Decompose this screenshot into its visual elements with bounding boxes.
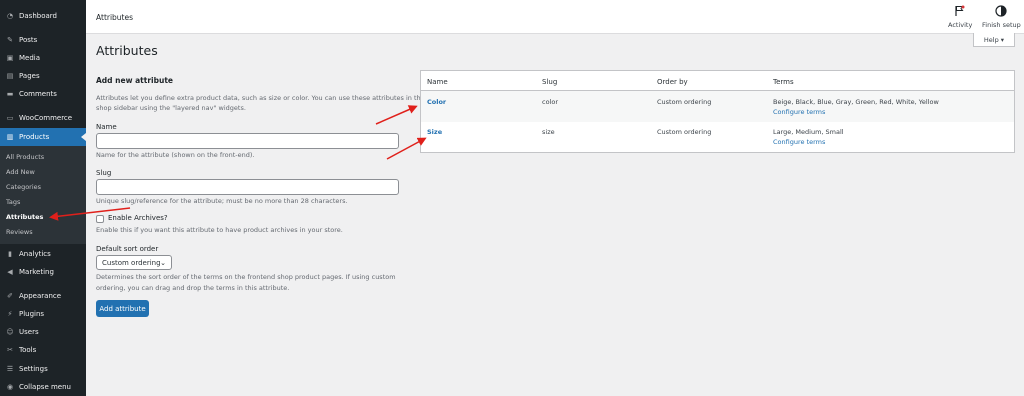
help-tab[interactable]: Help ▾ bbox=[973, 33, 1015, 47]
sidebar-item-label: Plugins bbox=[19, 310, 45, 318]
slug-help: Unique slug/reference for the attribute;… bbox=[96, 197, 348, 205]
dashboard-icon: ◔ bbox=[6, 12, 14, 20]
column-header-slug: Slug bbox=[542, 78, 558, 86]
sidebar-item-label: Users bbox=[19, 328, 39, 336]
page-title: Attributes bbox=[96, 43, 158, 58]
sidebar-item-label: Media bbox=[19, 54, 41, 62]
form-heading: Add new attribute bbox=[96, 76, 173, 85]
admin-sidebar: ◔ Dashboard ✎ Posts ▣ Media ▤ Pages ▬ Comments ▭ Wo… bbox=[0, 0, 86, 396]
column-header-terms: Terms bbox=[773, 78, 794, 86]
collapse-icon: ◉ bbox=[6, 383, 14, 391]
sidebar-item-label: Appearance bbox=[19, 292, 62, 300]
submenu-item-attributes[interactable]: Attributes bbox=[6, 213, 43, 221]
sidebar-item-label: Tools bbox=[19, 346, 37, 354]
name-input[interactable] bbox=[96, 133, 399, 149]
attribute-slug: size bbox=[542, 128, 555, 136]
submenu-item-reviews[interactable]: Reviews bbox=[6, 228, 33, 236]
sort-order-select[interactable]: Custom ordering ⌄ bbox=[96, 255, 172, 270]
activity-button[interactable]: Activity bbox=[948, 4, 972, 29]
sidebar-item-marketing[interactable]: ◀ Marketing bbox=[0, 263, 86, 281]
sort-order-label: Default sort order bbox=[96, 245, 159, 253]
attribute-terms: Large, Medium, Small bbox=[773, 128, 844, 136]
users-icon: ☺ bbox=[6, 328, 14, 336]
form-intro-line-2: shop sidebar using the "layered nav" wid… bbox=[96, 104, 246, 112]
submenu-item-tags[interactable]: Tags bbox=[6, 198, 20, 206]
pin-icon: ✎ bbox=[7, 36, 13, 44]
marketing-icon: ◀ bbox=[7, 268, 13, 276]
top-bar: Attributes Activity Finish setup bbox=[86, 0, 1024, 34]
finish-setup-label: Finish setup bbox=[982, 21, 1021, 29]
table-row: Size size Custom ordering Large, Medium,… bbox=[421, 122, 1014, 153]
attribute-name-link[interactable]: Color bbox=[427, 98, 446, 106]
sidebar-item-woocommerce[interactable]: ▭ WooCommerce bbox=[0, 109, 86, 127]
sidebar-item-label: Posts bbox=[19, 36, 38, 44]
appearance-icon: ✐ bbox=[7, 292, 13, 300]
sidebar-item-pages[interactable]: ▤ Pages bbox=[0, 67, 86, 85]
attribute-name-link[interactable]: Size bbox=[427, 128, 442, 136]
sidebar-item-label: Settings bbox=[19, 365, 48, 373]
sidebar-item-analytics[interactable]: ▮ Analytics bbox=[0, 245, 86, 263]
enable-archives-checkbox[interactable] bbox=[96, 215, 104, 223]
flag-icon bbox=[953, 4, 967, 18]
slug-input[interactable] bbox=[96, 179, 399, 195]
sidebar-item-label: Collapse menu bbox=[19, 383, 71, 391]
sidebar-item-appearance[interactable]: ✐ Appearance bbox=[0, 287, 86, 305]
sidebar-item-collapse-menu[interactable]: ◉ Collapse menu bbox=[0, 378, 86, 396]
attribute-slug: color bbox=[542, 98, 559, 106]
column-header-order-by: Order by bbox=[657, 78, 688, 86]
enable-archives-label[interactable]: Enable Archives? bbox=[108, 214, 168, 222]
settings-icon: ☰ bbox=[6, 365, 14, 373]
sidebar-item-label: WooCommerce bbox=[19, 114, 73, 122]
sort-order-help-line-2: ordering, you can drag and drop the term… bbox=[96, 284, 290, 292]
slug-label: Slug bbox=[96, 169, 112, 177]
sidebar-item-dashboard[interactable]: ◔ Dashboard bbox=[0, 7, 86, 25]
activity-label: Activity bbox=[948, 21, 973, 29]
products-icon: ▥ bbox=[6, 133, 14, 141]
comments-icon: ▬ bbox=[6, 90, 14, 98]
sidebar-item-plugins[interactable]: ⚡ Plugins bbox=[0, 305, 86, 323]
attributes-table: Name Slug Order by Terms Color color Cus… bbox=[420, 70, 1015, 153]
sidebar-item-users[interactable]: ☺ Users bbox=[0, 323, 86, 341]
submenu-item-all-products[interactable]: All Products bbox=[6, 153, 44, 161]
configure-terms-link[interactable]: Configure terms bbox=[773, 138, 825, 146]
name-help: Name for the attribute (shown on the fro… bbox=[96, 151, 255, 159]
add-attribute-button[interactable]: Add attribute bbox=[96, 300, 149, 317]
finish-setup-button[interactable]: Finish setup bbox=[982, 4, 1021, 29]
tools-icon: ✂ bbox=[7, 346, 13, 354]
attribute-terms: Beige, Black, Blue, Gray, Green, Red, Wh… bbox=[773, 98, 939, 106]
sidebar-item-label: Marketing bbox=[19, 268, 54, 276]
sidebar-item-settings[interactable]: ☰ Settings bbox=[0, 360, 86, 378]
sidebar-item-tools[interactable]: ✂ Tools bbox=[0, 341, 86, 359]
sort-order-value: Custom ordering bbox=[102, 258, 161, 267]
sidebar-item-label: Products bbox=[19, 133, 50, 141]
sidebar-item-comments[interactable]: ▬ Comments bbox=[0, 85, 86, 103]
name-label: Name bbox=[96, 123, 117, 131]
submenu-item-add-new[interactable]: Add New bbox=[6, 168, 35, 176]
submenu-item-categories[interactable]: Categories bbox=[6, 183, 41, 191]
configure-terms-link[interactable]: Configure terms bbox=[773, 108, 825, 116]
media-icon: ▣ bbox=[6, 54, 14, 62]
table-row: Color color Custom ordering Beige, Black… bbox=[421, 91, 1014, 122]
analytics-icon: ▮ bbox=[8, 250, 12, 258]
sort-order-help-line-1: Determines the sort order of the terms o… bbox=[96, 273, 396, 281]
sidebar-item-label: Comments bbox=[19, 90, 57, 98]
woocommerce-icon: ▭ bbox=[6, 114, 14, 122]
sidebar-item-media[interactable]: ▣ Media bbox=[0, 49, 86, 67]
sidebar-item-products[interactable]: ▥ Products bbox=[0, 128, 86, 146]
enable-archives-help: Enable this if you want this attribute t… bbox=[96, 226, 343, 234]
breadcrumb: Attributes bbox=[96, 13, 134, 22]
sidebar-item-label: Dashboard bbox=[19, 12, 57, 20]
attribute-order-by: Custom ordering bbox=[657, 98, 712, 106]
column-header-name[interactable]: Name bbox=[427, 78, 448, 86]
sidebar-item-label: Analytics bbox=[19, 250, 51, 258]
sidebar-item-label: Pages bbox=[19, 72, 40, 80]
half-circle-icon bbox=[994, 4, 1008, 18]
plugins-icon: ⚡ bbox=[7, 310, 13, 318]
arrow-to-color bbox=[375, 105, 418, 125]
attribute-order-by: Custom ordering bbox=[657, 128, 712, 136]
pages-icon: ▤ bbox=[6, 72, 14, 80]
chevron-down-icon: ⌄ bbox=[160, 259, 166, 267]
sidebar-item-posts[interactable]: ✎ Posts bbox=[0, 31, 86, 49]
